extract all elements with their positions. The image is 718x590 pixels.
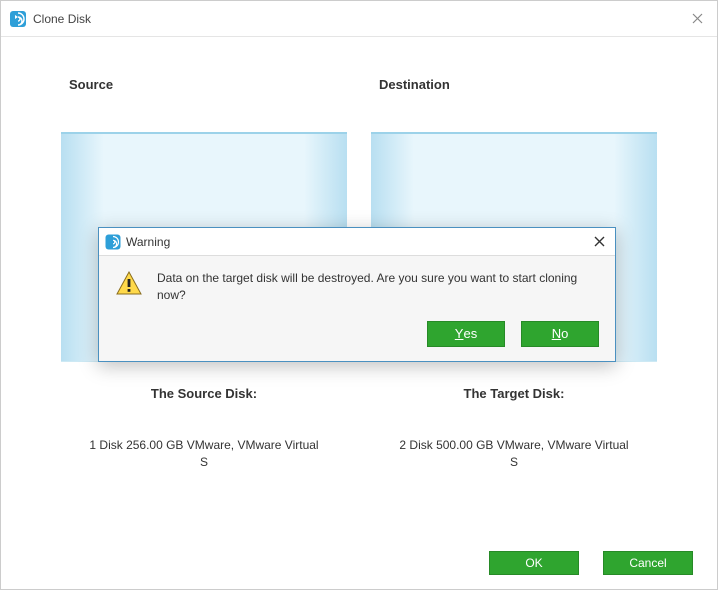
window-title: Clone Disk xyxy=(33,12,91,26)
app-icon xyxy=(9,10,27,28)
destination-disk-label: The Target Disk: xyxy=(464,386,565,401)
dialog-message: Data on the target disk will be destroye… xyxy=(157,270,599,305)
dialog-close-button[interactable] xyxy=(587,231,611,253)
warning-dialog: Warning Data on the target disk will be … xyxy=(98,227,616,362)
footer: OK Cancel xyxy=(489,551,693,575)
warning-icon xyxy=(115,270,143,298)
cancel-button[interactable]: Cancel xyxy=(603,551,693,575)
source-disk-desc: 1 Disk 256.00 GB VMware, VMware Virtual … xyxy=(84,437,324,471)
no-mnemonic: N xyxy=(552,326,561,341)
dialog-app-icon xyxy=(105,234,121,250)
yes-mnemonic: Y xyxy=(455,326,464,341)
ok-button[interactable]: OK xyxy=(489,551,579,575)
dialog-titlebar: Warning xyxy=(99,228,615,256)
source-disk-label: The Source Disk: xyxy=(151,386,257,401)
no-rest: o xyxy=(561,326,568,341)
yes-button[interactable]: Yes xyxy=(427,321,505,347)
yes-rest: es xyxy=(463,326,477,341)
source-header: Source xyxy=(69,77,113,92)
no-button[interactable]: No xyxy=(521,321,599,347)
titlebar: Clone Disk xyxy=(1,1,717,37)
window-close-button[interactable] xyxy=(677,1,717,37)
destination-disk-desc: 2 Disk 500.00 GB VMware, VMware Virtual … xyxy=(394,437,634,471)
dialog-title: Warning xyxy=(126,235,170,249)
destination-header: Destination xyxy=(379,77,450,92)
